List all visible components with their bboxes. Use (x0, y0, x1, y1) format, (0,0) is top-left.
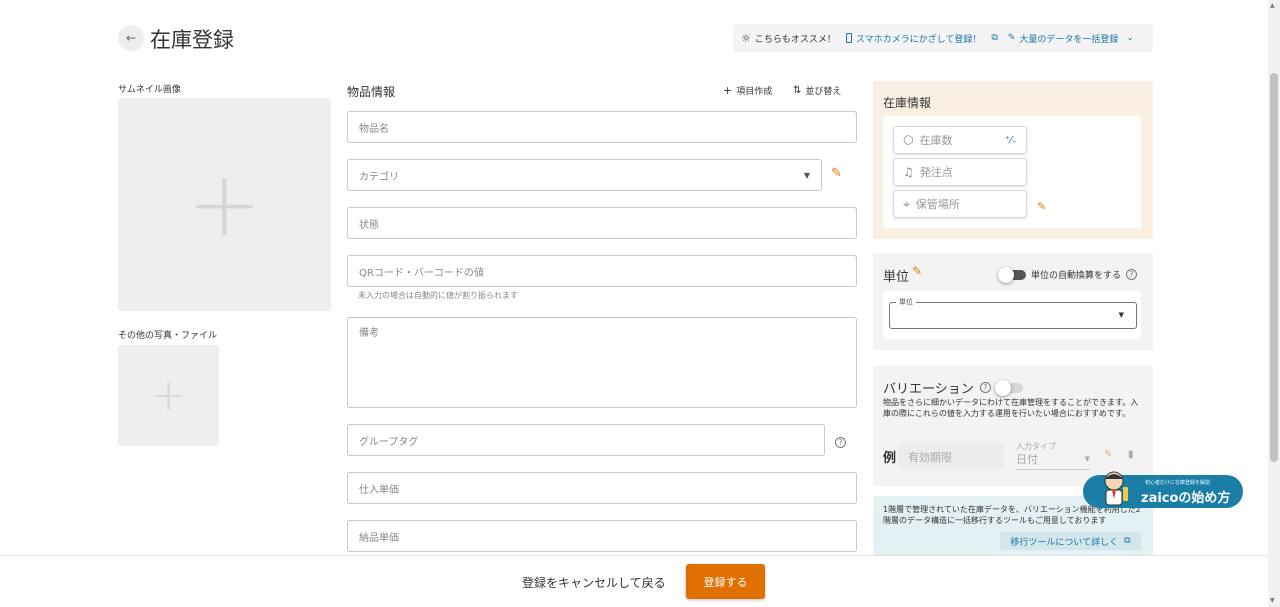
smartphone-icon (845, 33, 852, 43)
help-icon[interactable]: ? (835, 434, 846, 448)
scrollbar-thumb[interactable] (1270, 73, 1278, 462)
variation-description: 物品をさらに細かいデータにわけて在庫管理をすることができます。入庫の際にこれらの… (883, 398, 1139, 418)
promo-main-text: zaicoの始め方 (1141, 491, 1231, 506)
plus-icon: + (186, 151, 263, 257)
unit-select[interactable]: 単位 ▼ (889, 297, 1137, 329)
scroll-down-arrow[interactable]: ▼ (1270, 597, 1275, 604)
submit-button[interactable]: 登録する (686, 564, 765, 599)
trash-icon: ▮ (1128, 449, 1134, 460)
plus-minus-icon[interactable]: ⁺⁄₋ (1005, 135, 1017, 146)
input-type-select: 日付 ▼ (1016, 451, 1090, 470)
stock-info-title: 在庫情報 (883, 96, 932, 110)
unit-title: 単位 (883, 270, 910, 285)
lightbulb-icon: ☼ (741, 31, 751, 45)
promo-small-text: 初心者むけに在庫登録を解説 (1145, 480, 1211, 486)
delivery-price-input[interactable]: 納品単価 (347, 520, 857, 552)
cancel-link[interactable]: 登録をキャンセルして戻る (522, 574, 666, 591)
variation-toggle[interactable] (994, 379, 1023, 396)
arrow-left-icon: ← (125, 31, 137, 45)
getting-started-promo[interactable]: 初心者むけに在庫登録を解説 zaicoの始め方 (1083, 471, 1243, 508)
code-input[interactable]: QRコード・バーコードの値 (347, 255, 857, 287)
mascot-avatar (1098, 469, 1130, 507)
map-pin-icon: ⌖ (903, 196, 910, 211)
variation-title: バリエーション (883, 382, 974, 397)
order-point-input[interactable]: ♫ 発注点 (893, 158, 1027, 186)
external-link-icon: ⧉ (1124, 536, 1131, 546)
auto-convert-toggle-row: 単位の自動換算をする ? (998, 266, 1138, 283)
plus-icon: + (150, 369, 187, 421)
sort-button[interactable]: ⇅ 並び替え (793, 84, 841, 97)
code-hint: 未入力の場合は自動的に値が割り振られます (358, 291, 518, 300)
recommend-label: こちらもオススメ！ (754, 34, 836, 45)
recommend-bar: ☼ こちらもオススメ！ スマホカメラにかざして登録！ ⧉ ✎ 大量のデータを一括… (733, 24, 1153, 52)
item-info-title: 物品情報 (347, 85, 396, 99)
bell-icon: ♫ (903, 165, 914, 179)
bulk-register-link[interactable]: ✎ 大量のデータを一括登録 ⌄ (1008, 32, 1134, 45)
thumbnail-label: サムネイル画像 (118, 85, 181, 95)
magic-wand-icon[interactable]: ✎ (831, 166, 842, 181)
other-files-label: その他の写真・ファイル (118, 331, 218, 341)
caret-down-icon: ▼ (803, 170, 810, 180)
quantity-input[interactable]: ⬡ 在庫数 ⁺⁄₋ (893, 126, 1027, 154)
sort-icon: ⇅ (793, 85, 802, 96)
camera-register-link[interactable]: スマホカメラにかざして登録！ ⧉ (845, 32, 998, 45)
box-icon: ⬡ (903, 133, 914, 147)
auto-convert-toggle[interactable] (998, 266, 1026, 283)
example-label: 例 (883, 451, 897, 466)
help-icon[interactable]: ? (1126, 269, 1138, 280)
help-icon[interactable]: ? (979, 382, 991, 393)
plus-icon: + (723, 84, 733, 97)
item-name-input[interactable]: 物品名 (347, 111, 857, 143)
chevron-down-icon: ⌄ (1126, 33, 1134, 43)
back-button[interactable]: ← (118, 25, 144, 51)
remarks-textarea[interactable]: 備考 (347, 317, 857, 408)
magic-wand-icon[interactable]: ✎ (1037, 200, 1046, 213)
example-value: 有効期限 (898, 443, 1004, 469)
group-tag-input[interactable]: グループタグ (347, 424, 825, 456)
migration-tool-link[interactable]: 移行ツールについて詳しく ⧉ (1000, 532, 1141, 550)
magic-wand-icon[interactable]: ✎ (912, 264, 922, 278)
external-link-icon: ⧉ (991, 33, 998, 43)
magic-wand-icon: ✎ (1104, 449, 1113, 460)
scroll-up-arrow[interactable]: ▲ (1270, 2, 1275, 9)
category-select[interactable]: カテゴリ ▼ (347, 159, 822, 191)
other-files-upload[interactable]: + (118, 345, 219, 446)
caret-down-icon: ▼ (1118, 311, 1124, 319)
purchase-price-input[interactable]: 仕入単価 (347, 472, 857, 504)
pencil-icon: ✎ (1007, 33, 1016, 43)
state-input[interactable]: 状態 (347, 207, 857, 239)
page-title: 在庫登録 (150, 28, 234, 52)
create-field-button[interactable]: + 項目作成 (723, 84, 772, 97)
location-input[interactable]: ⌖ 保管場所 (893, 190, 1027, 218)
thumbnail-upload[interactable]: + (118, 98, 331, 311)
caret-down-icon: ▼ (1084, 455, 1090, 463)
